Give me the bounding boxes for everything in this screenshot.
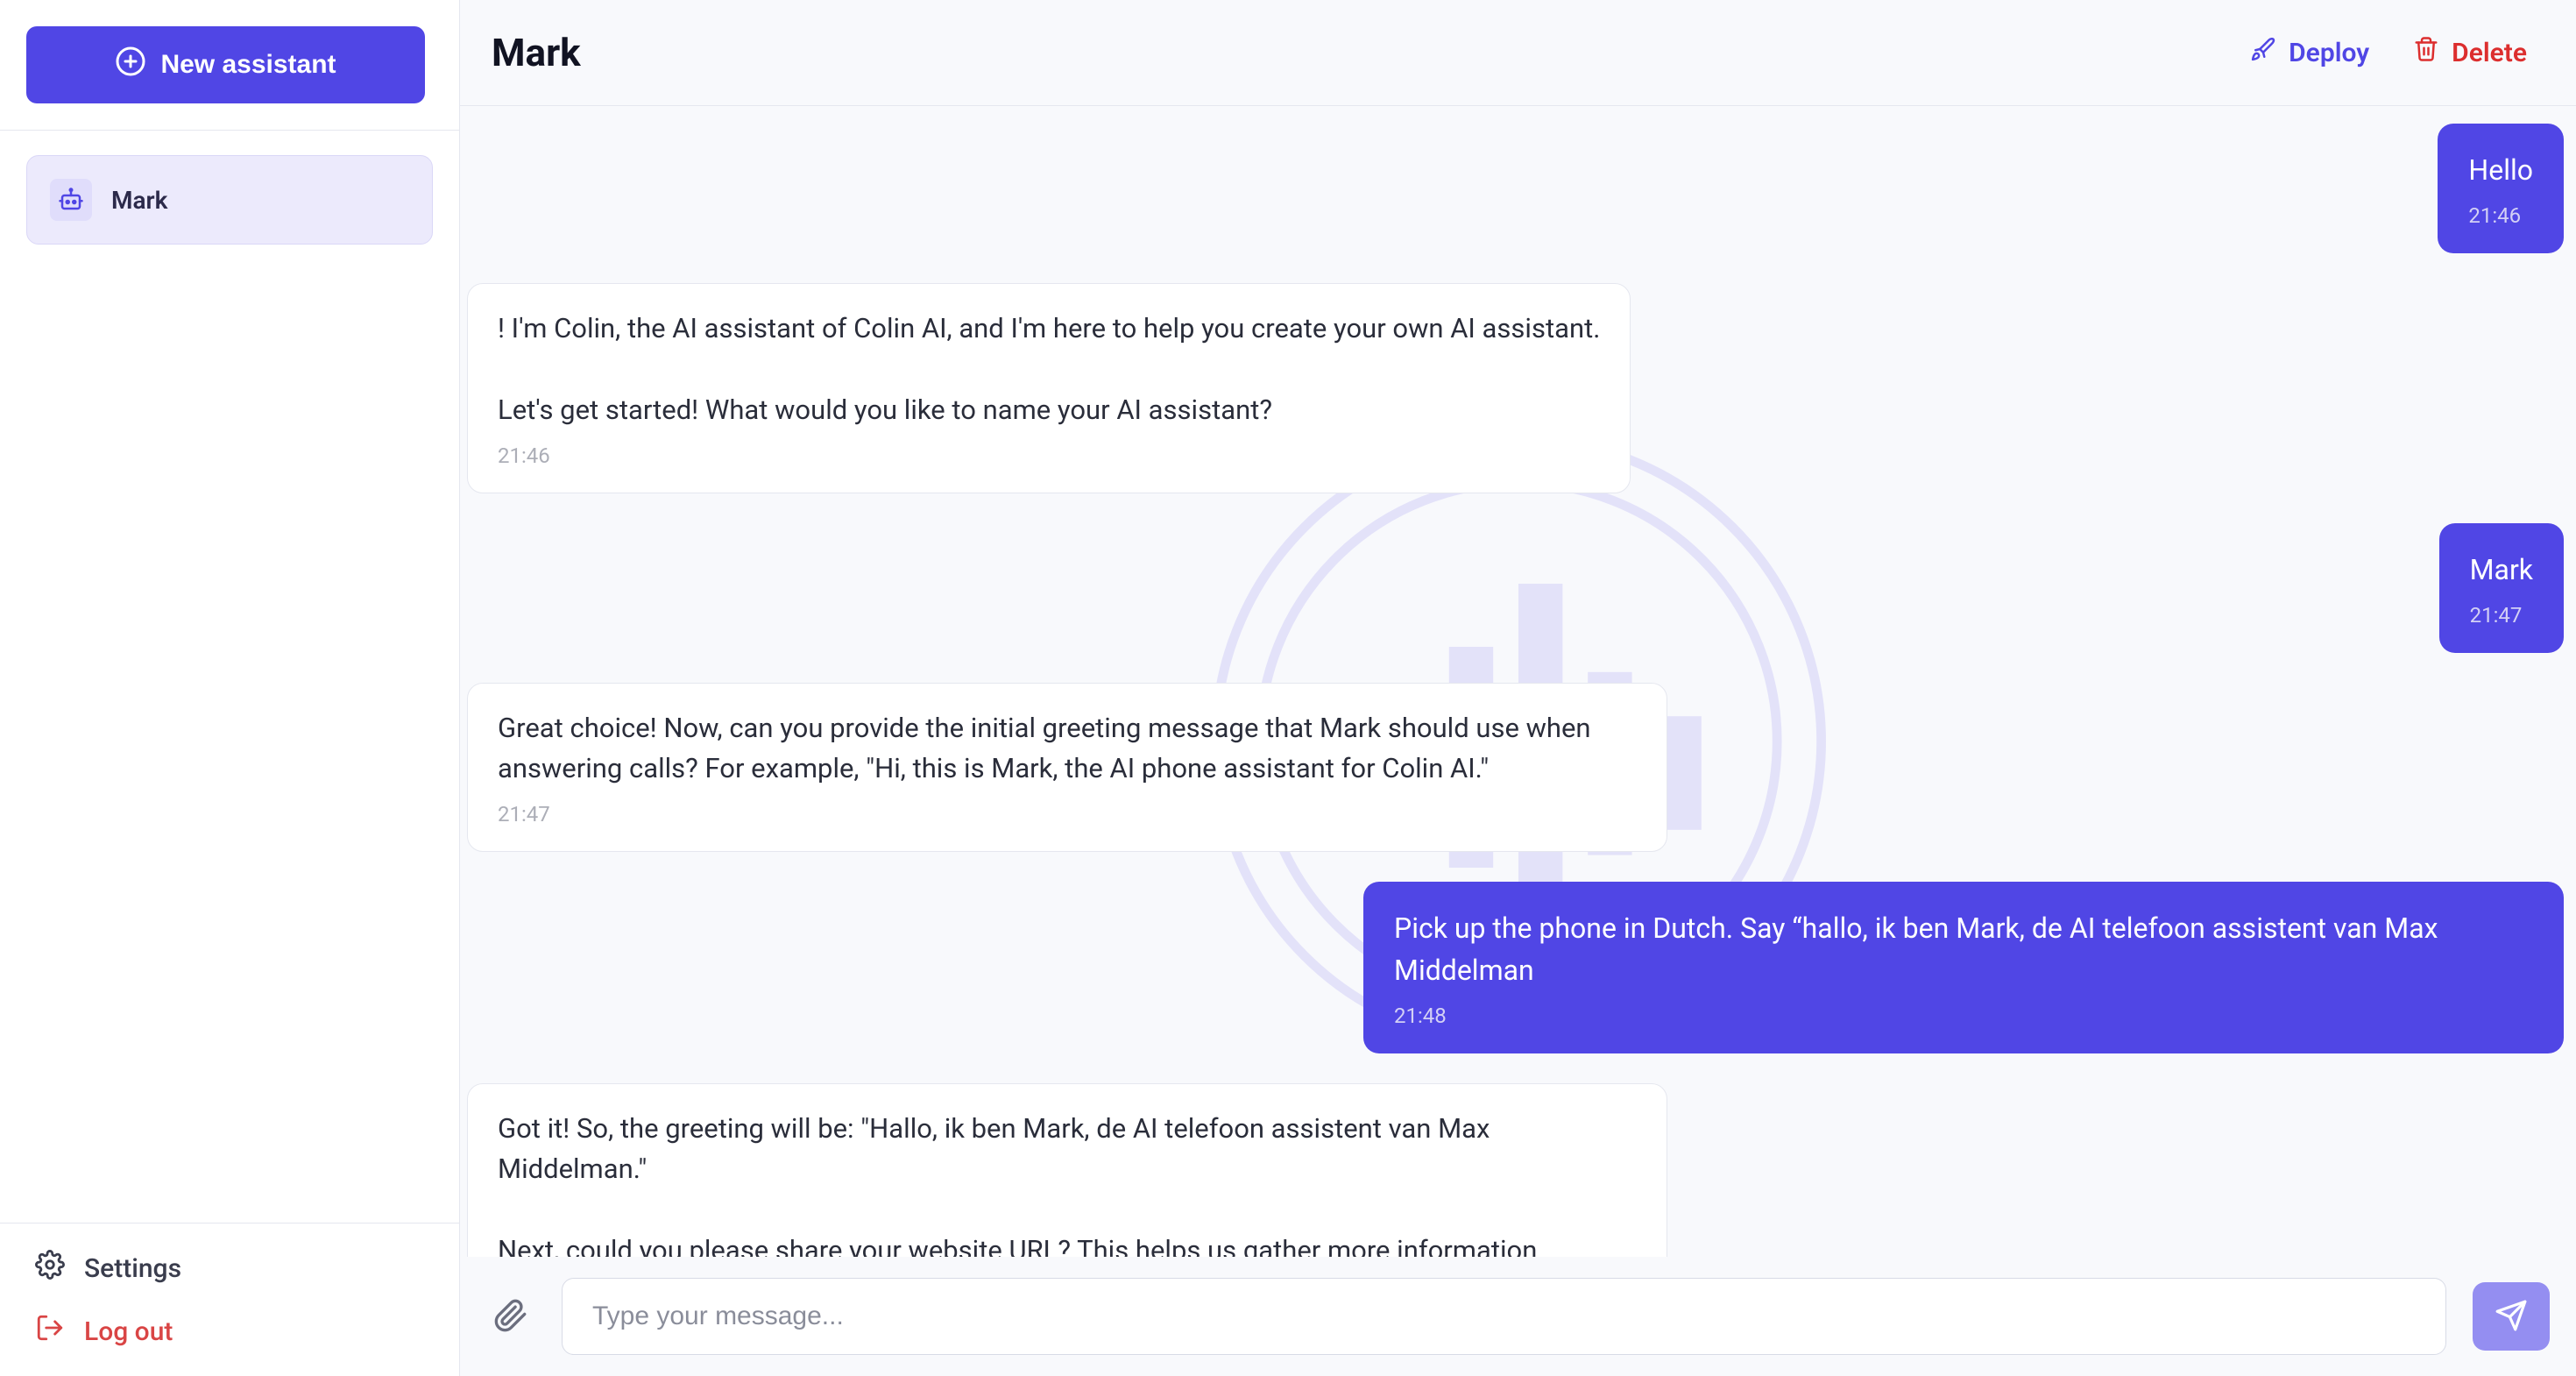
send-button[interactable]: [2473, 1282, 2550, 1351]
robot-icon: [50, 179, 92, 221]
sidebar-bottom: Settings Log out: [0, 1223, 459, 1376]
paper-plane-icon: [2495, 1299, 2528, 1335]
message-input[interactable]: [562, 1278, 2446, 1355]
main: Mark Deploy Delete: [460, 0, 2576, 1376]
message-bubble: Hello 21:46: [2438, 124, 2564, 253]
composer: [460, 1257, 2576, 1376]
gear-icon: [35, 1250, 65, 1287]
message-time: 21:48: [1394, 1000, 2533, 1032]
logout-link[interactable]: Log out: [35, 1313, 424, 1350]
logout-icon: [35, 1313, 65, 1350]
message-text: Great choice! Now, can you provide the i…: [498, 708, 1637, 790]
message-incoming: ! I'm Colin, the AI assistant of Colin A…: [467, 283, 2569, 493]
message-bubble: Pick up the phone in Dutch. Say “hallo, …: [1363, 882, 2564, 1053]
assistant-name: Mark: [111, 186, 167, 215]
message-time: 21:46: [498, 440, 1600, 472]
app-root: New assistant Mark Settings: [0, 0, 2576, 1376]
assistant-list-item[interactable]: Mark: [26, 155, 433, 245]
plus-circle-icon: [115, 46, 146, 84]
paperclip-icon: [493, 1298, 528, 1336]
message-bubble: ! I'm Colin, the AI assistant of Colin A…: [467, 283, 1631, 493]
new-assistant-label: New assistant: [160, 50, 336, 80]
message-outgoing: Hello 21:46: [467, 124, 2569, 253]
message-time: 21:47: [498, 798, 1637, 830]
message-time: 21:46: [2468, 200, 2533, 231]
settings-link[interactable]: Settings: [35, 1250, 424, 1287]
message-text: Mark: [2470, 549, 2533, 591]
message-text: Pick up the phone in Dutch. Say “hallo, …: [1394, 907, 2533, 991]
header-actions: Deploy Delete: [2250, 36, 2527, 69]
delete-label: Delete: [2452, 38, 2527, 68]
settings-label: Settings: [84, 1253, 181, 1284]
message-text: Hello: [2468, 149, 2533, 191]
delete-button[interactable]: Delete: [2413, 36, 2527, 69]
message-time: 21:47: [2470, 599, 2533, 631]
trash-icon: [2413, 36, 2439, 69]
header: Mark Deploy Delete: [460, 0, 2576, 106]
message-incoming: Great choice! Now, can you provide the i…: [467, 683, 2569, 852]
new-assistant-button[interactable]: New assistant: [26, 26, 425, 103]
sidebar-top: New assistant: [0, 0, 459, 131]
sidebar: New assistant Mark Settings: [0, 0, 460, 1376]
message-bubble: Mark 21:47: [2439, 523, 2564, 653]
message-text: ! I'm Colin, the AI assistant of Colin A…: [498, 309, 1600, 431]
message-bubble: Great choice! Now, can you provide the i…: [467, 683, 1667, 852]
chat-scroll[interactable]: Hello 21:46 ! I'm Colin, the AI assistant …: [460, 106, 2576, 1376]
deploy-button[interactable]: Deploy: [2250, 36, 2369, 69]
message-outgoing: Pick up the phone in Dutch. Say “hallo, …: [467, 882, 2569, 1053]
rocket-icon: [2250, 36, 2276, 69]
message-outgoing: Mark 21:47: [467, 523, 2569, 653]
page-title: Mark: [492, 30, 581, 75]
message-text: Got it! So, the greeting will be: "Hallo…: [498, 1109, 1637, 1272]
chat-area: Hello 21:46 ! I'm Colin, the AI assistant …: [460, 106, 2576, 1376]
logout-label: Log out: [84, 1316, 173, 1347]
assistant-list: Mark: [0, 131, 459, 1223]
attach-button[interactable]: [486, 1292, 535, 1341]
deploy-label: Deploy: [2289, 38, 2369, 68]
